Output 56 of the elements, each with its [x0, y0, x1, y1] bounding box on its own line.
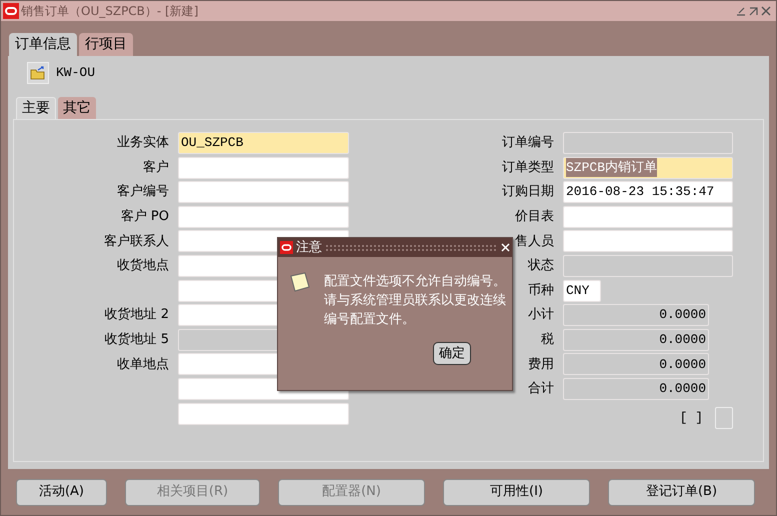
field-label: 业务实体 [117, 134, 169, 152]
tab[interactable]: 主要 [16, 97, 56, 119]
field-label: 收货地址 2 [104, 306, 169, 324]
input-field[interactable] [178, 206, 349, 228]
field-label: 客户 [143, 158, 169, 177]
bracket-label: [ ] [680, 408, 703, 427]
tab[interactable]: 行项目 [79, 33, 133, 56]
input-field[interactable]: 0.0000 [563, 304, 709, 326]
action-button[interactable]: 活动(A) [16, 478, 107, 506]
note-icon [289, 272, 311, 294]
folder-icon[interactable] [27, 62, 49, 84]
org-label: KW-OU [56, 64, 96, 82]
field-label: 合计 [528, 380, 554, 398]
input-field[interactable]: 0.0000 [563, 378, 709, 400]
input-field[interactable] [178, 181, 349, 204]
dialog-title: 注意 [296, 238, 322, 257]
field-label: 客户 PO [120, 208, 169, 226]
field-label: 税 [541, 331, 554, 349]
checkbox[interactable] [715, 406, 733, 429]
field-label: 收单地点 [117, 356, 169, 374]
close-icon[interactable] [501, 243, 510, 252]
ok-button[interactable]: 确定 [433, 342, 471, 365]
field-label: 费用 [528, 356, 554, 374]
input-field[interactable]: SZPCB内销订单 [563, 156, 733, 179]
input-field[interactable] [563, 254, 733, 277]
input-field[interactable] [563, 206, 733, 228]
input-field[interactable] [563, 230, 733, 252]
field-label: 币种 [528, 282, 554, 300]
input-field[interactable]: OU_SZPCB [178, 132, 349, 154]
input-field[interactable] [563, 132, 733, 154]
tab[interactable]: 其它 [58, 97, 96, 119]
input-field[interactable]: 0.0000 [563, 328, 709, 351]
field-label: 收货地点 [117, 257, 169, 276]
field-label: 价目表 [515, 208, 554, 226]
action-button[interactable]: 可用性(I) [443, 478, 590, 506]
field-label: 客户编号 [117, 183, 169, 202]
field-label: 收货地址 5 [104, 331, 169, 349]
input-field[interactable] [178, 402, 349, 425]
app-icon [3, 3, 19, 19]
input-field[interactable]: 0.0000 [563, 353, 709, 376]
app-icon [280, 241, 293, 254]
field-label: 状态 [528, 257, 554, 276]
window-title: 销售订单（OU_SZPCB）- [新建] [21, 3, 198, 20]
field-label: 客户联系人 [104, 232, 169, 251]
input-field[interactable]: 2016-08-23 15:35:47 [563, 181, 733, 204]
field-label: 小计 [528, 306, 554, 324]
action-button[interactable]: 登记订单(B) [608, 478, 755, 506]
input-field[interactable] [178, 156, 349, 179]
field-label: 订单类型 [502, 158, 554, 177]
field-label: 售人员 [515, 232, 554, 251]
field-label: 订单编号 [502, 134, 554, 152]
window-controls-icon[interactable] [736, 6, 772, 16]
dialog-message: 配置文件选项不允许自动编号。请与系统管理员联系以更改连续编号配置文件。 [324, 273, 507, 329]
input-field[interactable]: CNY [563, 280, 601, 302]
field-label: 订购日期 [502, 183, 554, 202]
tab[interactable]: 订单信息 [9, 33, 77, 56]
